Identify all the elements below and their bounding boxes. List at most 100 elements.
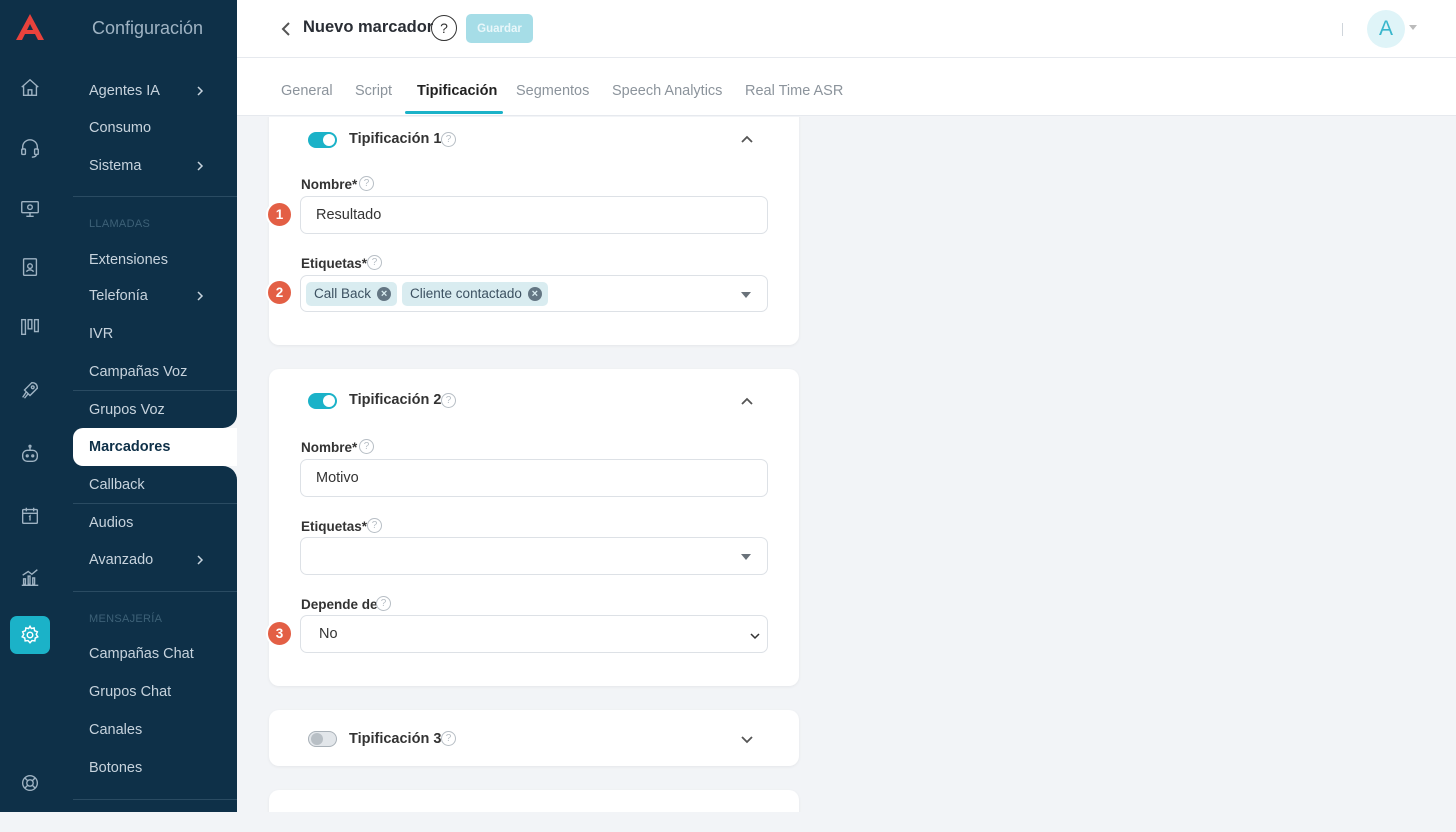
sidebar-item-audios[interactable]: Audios	[73, 505, 237, 541]
tab-general[interactable]: General	[281, 83, 333, 99]
sidebar-item-ivr[interactable]: IVR	[73, 316, 237, 352]
boards-icon[interactable]	[17, 314, 43, 340]
page-header: Nuevo marcador ? Guardar A	[237, 0, 1456, 58]
tipificacion-card-1: Tipificación 1 ? Nombre* ? Resultado Eti…	[269, 117, 799, 345]
tipificacion-1-toggle[interactable]	[308, 132, 337, 148]
tab-real-time-asr[interactable]: Real Time ASR	[745, 83, 843, 99]
help-icon[interactable]: ?	[359, 176, 374, 191]
help-icon[interactable]: ?	[441, 731, 456, 746]
sidebar-item-canales[interactable]: Canales	[73, 712, 237, 748]
save-button[interactable]: Guardar	[466, 14, 533, 43]
step-badge-1: 1	[266, 201, 293, 228]
help-icon[interactable]: ?	[441, 393, 456, 408]
remove-tag-icon[interactable]: ×	[527, 286, 542, 301]
etiquetas-multiselect[interactable]	[300, 537, 768, 575]
robot-icon[interactable]	[17, 441, 43, 467]
nombre-label: Nombre*	[301, 177, 358, 192]
sidebar-item-label: Campañas Voz	[89, 364, 188, 380]
chevron-down-icon[interactable]	[739, 731, 755, 747]
help-icon[interactable]: ?	[376, 596, 391, 611]
tab-bar: General Script Tipificación Segmentos Sp…	[237, 58, 1456, 116]
chevron-right-icon	[197, 555, 204, 565]
sidebar-item-label: Agentes IA	[89, 83, 160, 99]
tipificacion-1-title: Tipificación 1	[349, 131, 442, 147]
sidebar-item-campanas-chat[interactable]: Campañas Chat	[73, 636, 237, 672]
chevron-down-icon	[750, 633, 760, 640]
contacts-icon[interactable]	[17, 254, 43, 280]
analytics-icon[interactable]	[17, 564, 43, 590]
active-notch-top	[193, 406, 237, 428]
depende-de-label: Depende de	[301, 597, 378, 612]
settings-icon[interactable]	[17, 622, 43, 648]
sidebar-item-label: Callback	[89, 477, 145, 493]
sidebar-item-extensiones[interactable]: Extensiones	[73, 242, 237, 278]
chevron-up-icon[interactable]	[739, 131, 755, 147]
home-icon[interactable]	[17, 75, 43, 101]
nombre-input[interactable]: Motivo	[300, 459, 768, 497]
sidebar-item-agentes-ia[interactable]: Agentes IA	[73, 73, 237, 109]
chevron-right-icon	[197, 86, 204, 96]
caret-down-icon[interactable]	[1409, 25, 1417, 30]
help-icon[interactable]: ?	[431, 15, 457, 41]
sidebar-item-sistema[interactable]: Sistema	[73, 148, 237, 184]
tab-script[interactable]: Script	[355, 83, 392, 99]
back-arrow-icon[interactable]	[277, 19, 297, 39]
help-icon[interactable]: ?	[441, 132, 456, 147]
avatar[interactable]: A	[1367, 10, 1405, 48]
sidebar-divider	[73, 196, 237, 197]
caret-down-icon[interactable]	[741, 554, 751, 560]
nombre-value: Motivo	[316, 470, 359, 486]
tipificacion-3-toggle[interactable]	[308, 731, 337, 747]
calendar-icon[interactable]	[17, 503, 43, 529]
help-icon[interactable]: ?	[367, 255, 382, 270]
chevron-up-icon[interactable]	[739, 393, 755, 409]
tipificacion-card-4	[269, 790, 799, 812]
help-icon[interactable]: ?	[367, 518, 382, 533]
tab-tipificacion[interactable]: Tipificación	[417, 83, 497, 99]
sidebar-item-label: IVR	[89, 326, 114, 342]
sidebar-item-label: Telefonía	[89, 288, 148, 304]
page-bottom-strip	[0, 812, 1456, 832]
support-icon[interactable]	[17, 770, 43, 796]
app-logo-icon[interactable]	[14, 12, 46, 42]
chevron-right-icon	[197, 291, 204, 301]
sidebar-item-label: Botones	[89, 760, 143, 776]
depende-de-value: No	[319, 626, 338, 642]
sidebar-item-label: Canales	[89, 722, 143, 738]
sidebar-item-label: Grupos Voz	[89, 402, 165, 418]
remove-tag-icon[interactable]: ×	[377, 286, 392, 301]
sidebar-item-avanzado[interactable]: Avanzado	[73, 542, 237, 578]
sidebar-item-grupos-chat[interactable]: Grupos Chat	[73, 674, 237, 710]
headset-icon[interactable]	[17, 135, 43, 161]
caret-down-icon[interactable]	[741, 292, 751, 298]
tab-speech-analytics[interactable]: Speech Analytics	[612, 83, 722, 99]
icon-rail	[0, 0, 58, 812]
sidebar-item-telefonia[interactable]: Telefonía	[73, 278, 237, 314]
sidebar-item-label: Campañas Chat	[89, 646, 194, 662]
sidebar-item-callback[interactable]: Callback	[73, 467, 237, 503]
sidebar-item-campanas-voz[interactable]: Campañas Voz	[73, 354, 237, 390]
section-llamadas: LLAMADAS	[89, 218, 151, 230]
sidebar-item-label: Audios	[89, 515, 134, 531]
header-separator	[1342, 23, 1343, 36]
help-icon[interactable]: ?	[359, 439, 374, 454]
sidebar-item-botones[interactable]: Botones	[73, 750, 237, 786]
sidebar-item-consumo[interactable]: Consumo	[73, 110, 237, 146]
step-badge-2: 2	[266, 279, 293, 306]
tag-chip: Call Back ×	[306, 281, 398, 306]
etiquetas-multiselect[interactable]: Call Back × Cliente contactado ×	[300, 275, 768, 312]
monitor-icon[interactable]	[17, 196, 43, 222]
nombre-input[interactable]: Resultado	[300, 196, 768, 234]
tipificacion-card-2: Tipificación 2 ? Nombre* ? Motivo Etique…	[269, 369, 799, 686]
tab-segmentos[interactable]: Segmentos	[516, 83, 589, 99]
depende-de-select[interactable]: No	[300, 615, 768, 653]
page-title: Nuevo marcador	[303, 18, 434, 36]
sidebar-item-label: Sistema	[89, 158, 142, 174]
sidebar-divider	[73, 390, 237, 391]
sidebar-item-marcadores[interactable]: Marcadores	[73, 429, 237, 465]
tipificacion-2-toggle[interactable]	[308, 393, 337, 409]
sidebar-item-label: Consumo	[89, 120, 152, 136]
rocket-icon[interactable]	[17, 377, 43, 403]
nombre-value: Resultado	[316, 207, 382, 223]
step-badge-3: 3	[266, 620, 293, 647]
